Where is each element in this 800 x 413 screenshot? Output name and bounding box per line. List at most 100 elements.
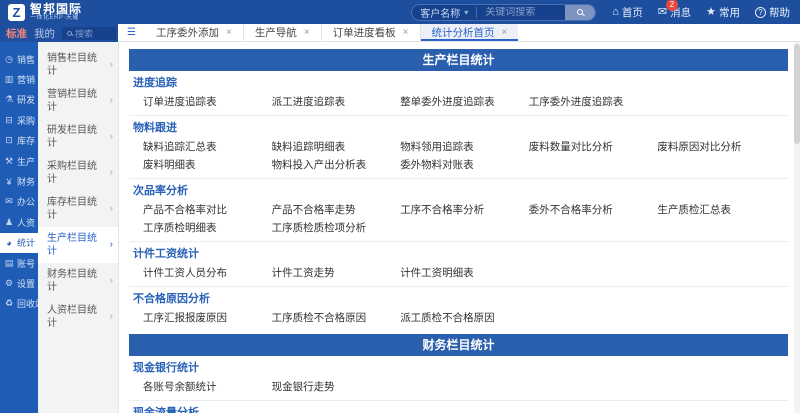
nav-label: 常用: [719, 5, 740, 20]
module-item[interactable]: ◕ 统计: [0, 233, 38, 253]
stats-menu-item[interactable]: 生产栏目统计: [38, 227, 118, 263]
report-link[interactable]: 物料投入产出分析表: [272, 159, 401, 171]
menu-search-placeholder: 搜索: [75, 27, 93, 40]
menu-search-box[interactable]: 搜索: [62, 27, 116, 40]
topbar-nav-item[interactable]: ⌂ 首页: [612, 5, 643, 20]
report-group-title[interactable]: 计件工资统计: [133, 248, 786, 261]
stats-icon: ◕: [4, 238, 14, 248]
report-link[interactable]: 派工进度追踪表: [272, 96, 401, 108]
report-group-title[interactable]: 现金流量分析: [133, 407, 786, 413]
report-group-title[interactable]: 不合格原因分析: [133, 293, 786, 306]
stats-menu-item[interactable]: 财务栏目统计: [38, 263, 118, 299]
topbar-nav-item[interactable]: ✉ 消息 2: [658, 5, 691, 20]
close-icon[interactable]: [502, 27, 508, 38]
report-link[interactable]: 现金银行走势: [272, 381, 401, 393]
stats-menu-label: 库存栏目统计: [47, 197, 97, 221]
stats-menu-item[interactable]: 库存栏目统计: [38, 191, 118, 227]
module-item[interactable]: ⊟ 采购: [0, 110, 38, 130]
report-group: 进度追踪 订单进度追踪表 派工进度追踪表 整单委外进度追踪表 工序委外进度追踪表: [129, 71, 788, 115]
close-icon[interactable]: [403, 27, 409, 38]
report-link[interactable]: 计件工资走势: [272, 267, 401, 279]
report-link[interactable]: 工序委外进度追踪表: [529, 96, 658, 108]
report-group-title[interactable]: 物料跟进: [133, 122, 786, 135]
section-header-band: 生产栏目统计: [129, 49, 788, 71]
report-group-title[interactable]: 现金银行统计: [133, 362, 786, 375]
module-item[interactable]: ⚙ 设置: [0, 273, 38, 293]
close-icon[interactable]: [304, 27, 310, 38]
report-links: 计件工资人员分布 计件工资走势 计件工资明细表: [133, 267, 786, 279]
workspace-mode-tab[interactable]: 我的: [34, 26, 55, 41]
page-tab[interactable]: 订单进度看板: [321, 24, 420, 41]
report-link[interactable]: 工序不合格率分析: [400, 204, 529, 216]
module-item[interactable]: ⊡ 库存: [0, 131, 38, 151]
report-link[interactable]: 工序质检质检项分析: [272, 222, 401, 234]
report-link[interactable]: 委外物料对账表: [400, 159, 529, 171]
customer-type-dropdown[interactable]: 客户名称 ▾: [412, 5, 476, 20]
report-link[interactable]: 工序质检明细表: [143, 222, 272, 234]
report-link[interactable]: 派工质检不合格原因: [400, 312, 529, 324]
stats-menu-item[interactable]: 销售栏目统计: [38, 47, 118, 83]
module-label: 统计: [17, 236, 35, 249]
module-label: 设置: [17, 277, 35, 290]
module-item[interactable]: ¥ 财务: [0, 171, 38, 191]
module-label: 办公: [17, 195, 35, 208]
module-item[interactable]: ⚒ 生产: [0, 151, 38, 171]
scrollbar-thumb[interactable]: [794, 44, 800, 144]
page-tab[interactable]: 生产导航: [243, 24, 321, 41]
recycle-icon: ♻: [4, 298, 14, 309]
report-link[interactable]: 缺料追踪明细表: [272, 141, 401, 153]
sales-icon: ◷: [4, 54, 14, 65]
page-tab[interactable]: 工序委外添加: [145, 24, 243, 41]
module-item[interactable]: ▥ 营销: [0, 69, 38, 89]
module-item[interactable]: ▤ 账号: [0, 253, 38, 273]
report-link[interactable]: 工序汇报报废原因: [143, 312, 272, 324]
tab-list-icon[interactable]: ☰: [118, 24, 145, 41]
section-header-band: 财务栏目统计: [129, 334, 788, 356]
report-link[interactable]: 废料数量对比分析: [529, 141, 658, 153]
stats-menu-label: 采购栏目统计: [47, 161, 97, 185]
module-item[interactable]: ⚗ 研发: [0, 90, 38, 110]
report-link[interactable]: 整单委外进度追踪表: [400, 96, 529, 108]
workspace-mode-tab[interactable]: 标准: [6, 26, 27, 41]
report-link[interactable]: 订单进度追踪表: [143, 96, 272, 108]
report-link[interactable]: 缺料追踪汇总表: [143, 141, 272, 153]
report-links: 缺料追踪汇总表 缺料追踪明细表 物料领用追踪表 废料数量对比分析 废料原因对比分…: [133, 141, 786, 171]
chevron-down-icon: ▾: [464, 8, 468, 17]
module-item[interactable]: ◷ 销售: [0, 49, 38, 69]
module-item[interactable]: ♻ 回收站: [0, 294, 38, 314]
stats-menu-item[interactable]: 人资栏目统计: [38, 299, 118, 335]
report-link[interactable]: 计件工资明细表: [400, 267, 529, 279]
report-link[interactable]: 废料原因对比分析: [657, 141, 786, 153]
keyword-search-input[interactable]: [477, 7, 565, 18]
search-button[interactable]: [565, 4, 595, 21]
page-tab-label: 统计分析首页: [432, 25, 495, 40]
page-tab-label: 订单进度看板: [333, 25, 396, 40]
report-link[interactable]: 生产质检汇总表: [657, 204, 786, 216]
report-link[interactable]: 工序质检不合格原因: [272, 312, 401, 324]
report-link[interactable]: 产品不合格率走势: [272, 204, 401, 216]
report-link[interactable]: 产品不合格率对比: [143, 204, 272, 216]
vertical-scrollbar[interactable]: [794, 42, 800, 413]
page-tab[interactable]: 统计分析首页: [420, 24, 519, 41]
report-group-title[interactable]: 进度追踪: [133, 77, 786, 90]
topbar-nav-item[interactable]: ? 帮助: [755, 5, 790, 20]
search-icon: [67, 31, 72, 36]
stats-menu-item[interactable]: 营销栏目统计: [38, 83, 118, 119]
close-icon[interactable]: [226, 27, 232, 38]
module-item[interactable]: ♟ 人资: [0, 212, 38, 232]
report-link[interactable]: 各账号余额统计: [143, 381, 272, 393]
report-link[interactable]: 委外不合格率分析: [529, 204, 658, 216]
module-label: 账号: [17, 257, 35, 270]
report-link[interactable]: 物料领用追踪表: [400, 141, 529, 153]
rd-icon: ⚗: [4, 94, 14, 105]
help-icon: ?: [755, 7, 766, 18]
open-pages-tabstrip: ☰ 工序委外添加 生产导航 订单进度看板 统计分析首页: [118, 24, 800, 42]
report-group-title[interactable]: 次品率分析: [133, 185, 786, 198]
topbar-nav-item[interactable]: ★ 常用: [706, 5, 740, 20]
report-link[interactable]: 废料明细表: [143, 159, 272, 171]
module-item[interactable]: ✉ 办公: [0, 192, 38, 212]
report-group: 现金流量分析: [129, 400, 788, 413]
stats-menu-item[interactable]: 采购栏目统计: [38, 155, 118, 191]
report-link[interactable]: 计件工资人员分布: [143, 267, 272, 279]
stats-menu-item[interactable]: 研发栏目统计: [38, 119, 118, 155]
